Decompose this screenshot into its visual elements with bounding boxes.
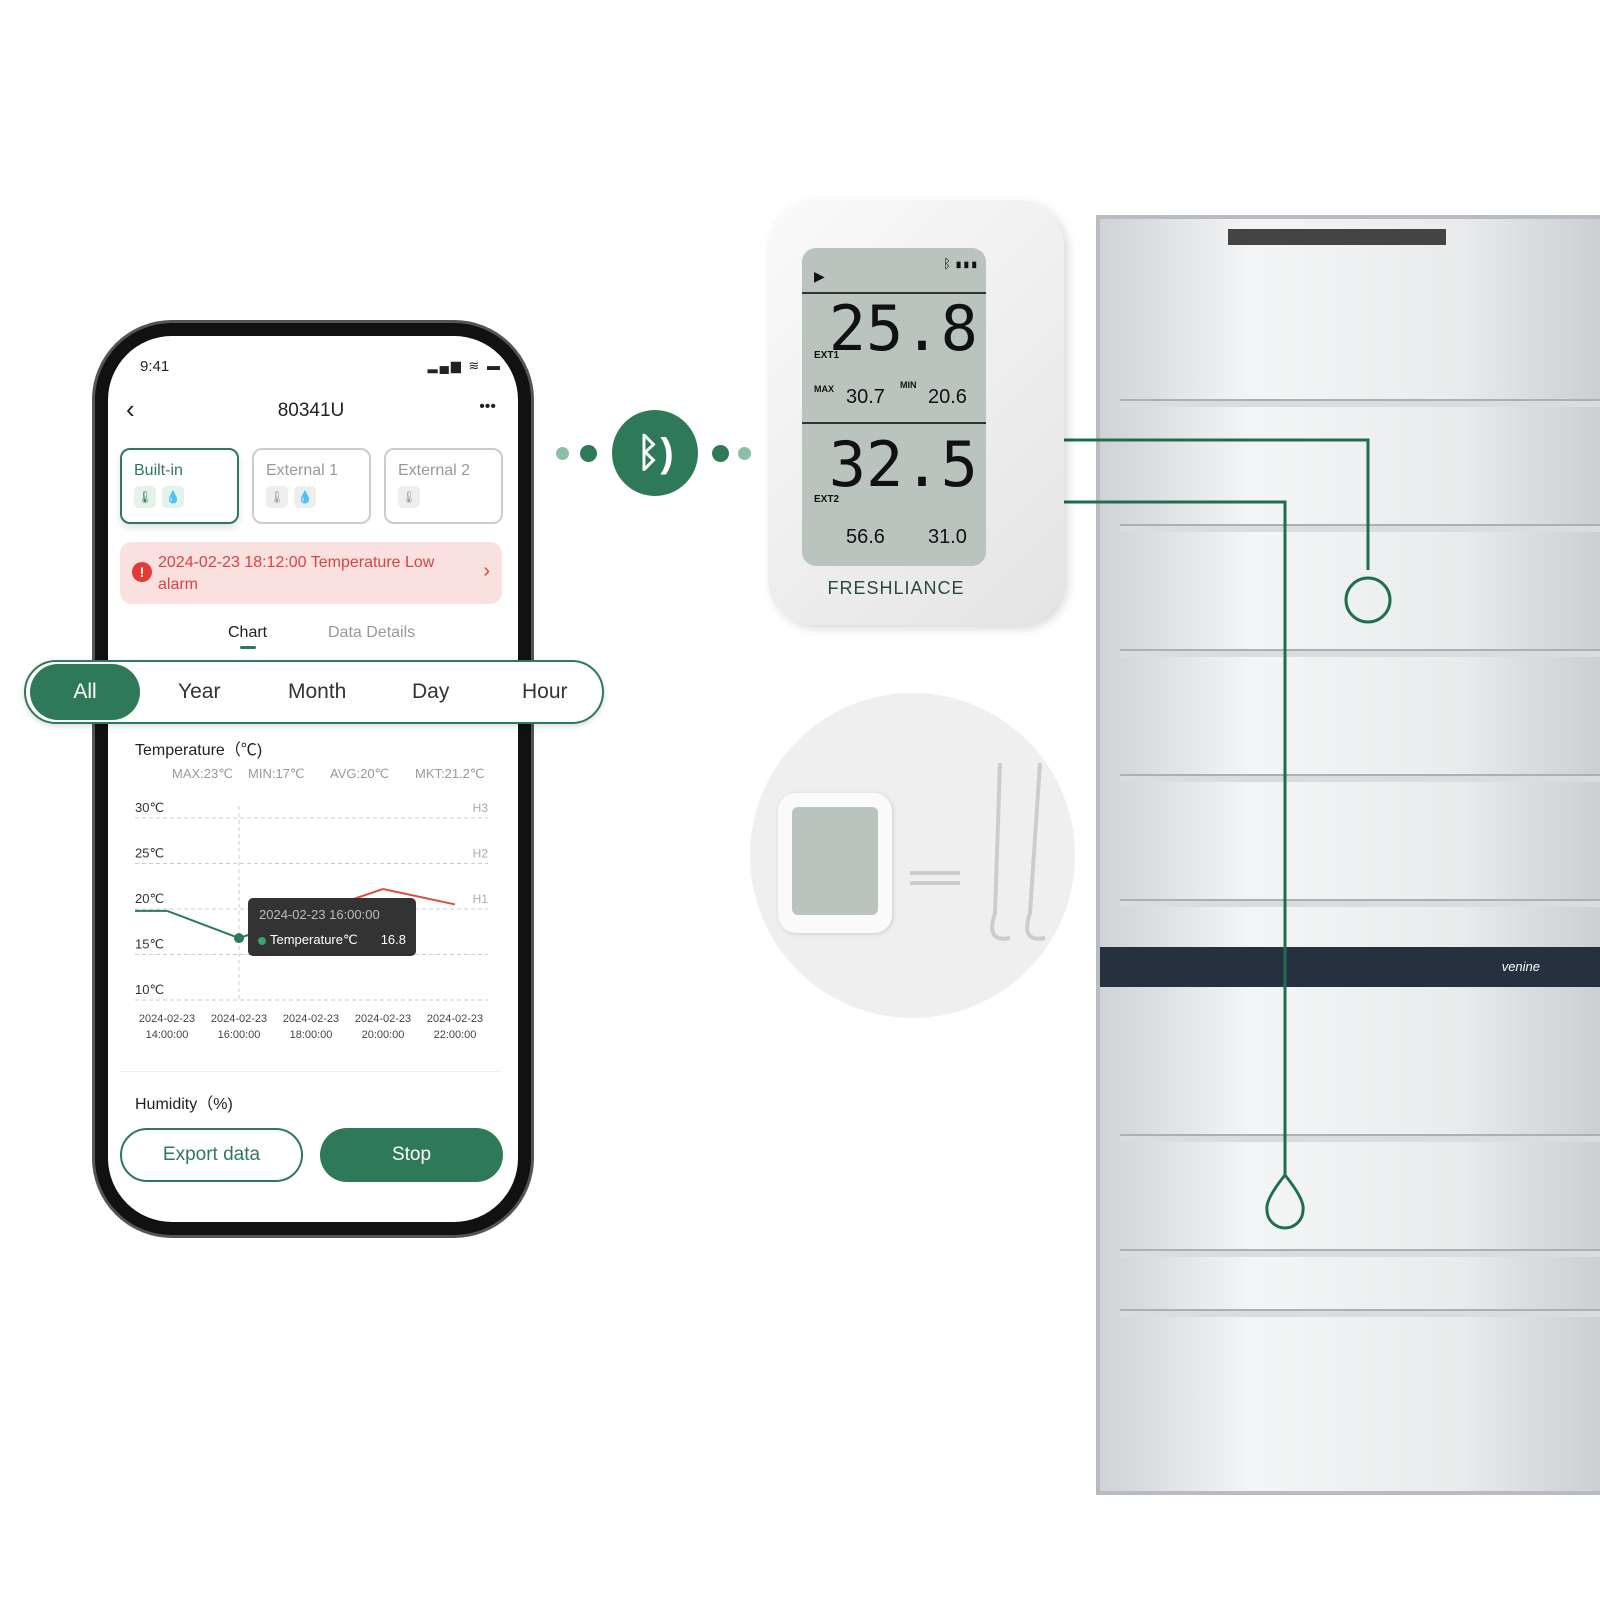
min-label: MIN <box>900 380 917 390</box>
lcd-screen: ▶ ᛒ ▮▮▮ EXT1 25.8 MAX 30.7 MIN 20.6 EXT2… <box>802 248 986 566</box>
max-label: MAX <box>814 384 834 394</box>
device-brand: FRESHLIANCE <box>827 578 965 598</box>
thermometer-device: ▶ ᛒ ▮▮▮ EXT1 25.8 MAX 30.7 MIN 20.6 EXT2… <box>768 200 1064 625</box>
ext2-min: 31.0 <box>928 526 967 548</box>
ext1-value: 25.8 <box>828 292 978 365</box>
thermometer-probe-icon <box>1344 576 1392 624</box>
ext2-value: 32.5 <box>828 428 978 501</box>
ext1-min: 20.6 <box>928 386 967 408</box>
humidity-probe-icon <box>1265 1172 1305 1230</box>
product-kit-image <box>750 693 1075 1018</box>
ext1-max: 30.7 <box>846 386 885 408</box>
ext2-max: 56.6 <box>846 526 885 548</box>
